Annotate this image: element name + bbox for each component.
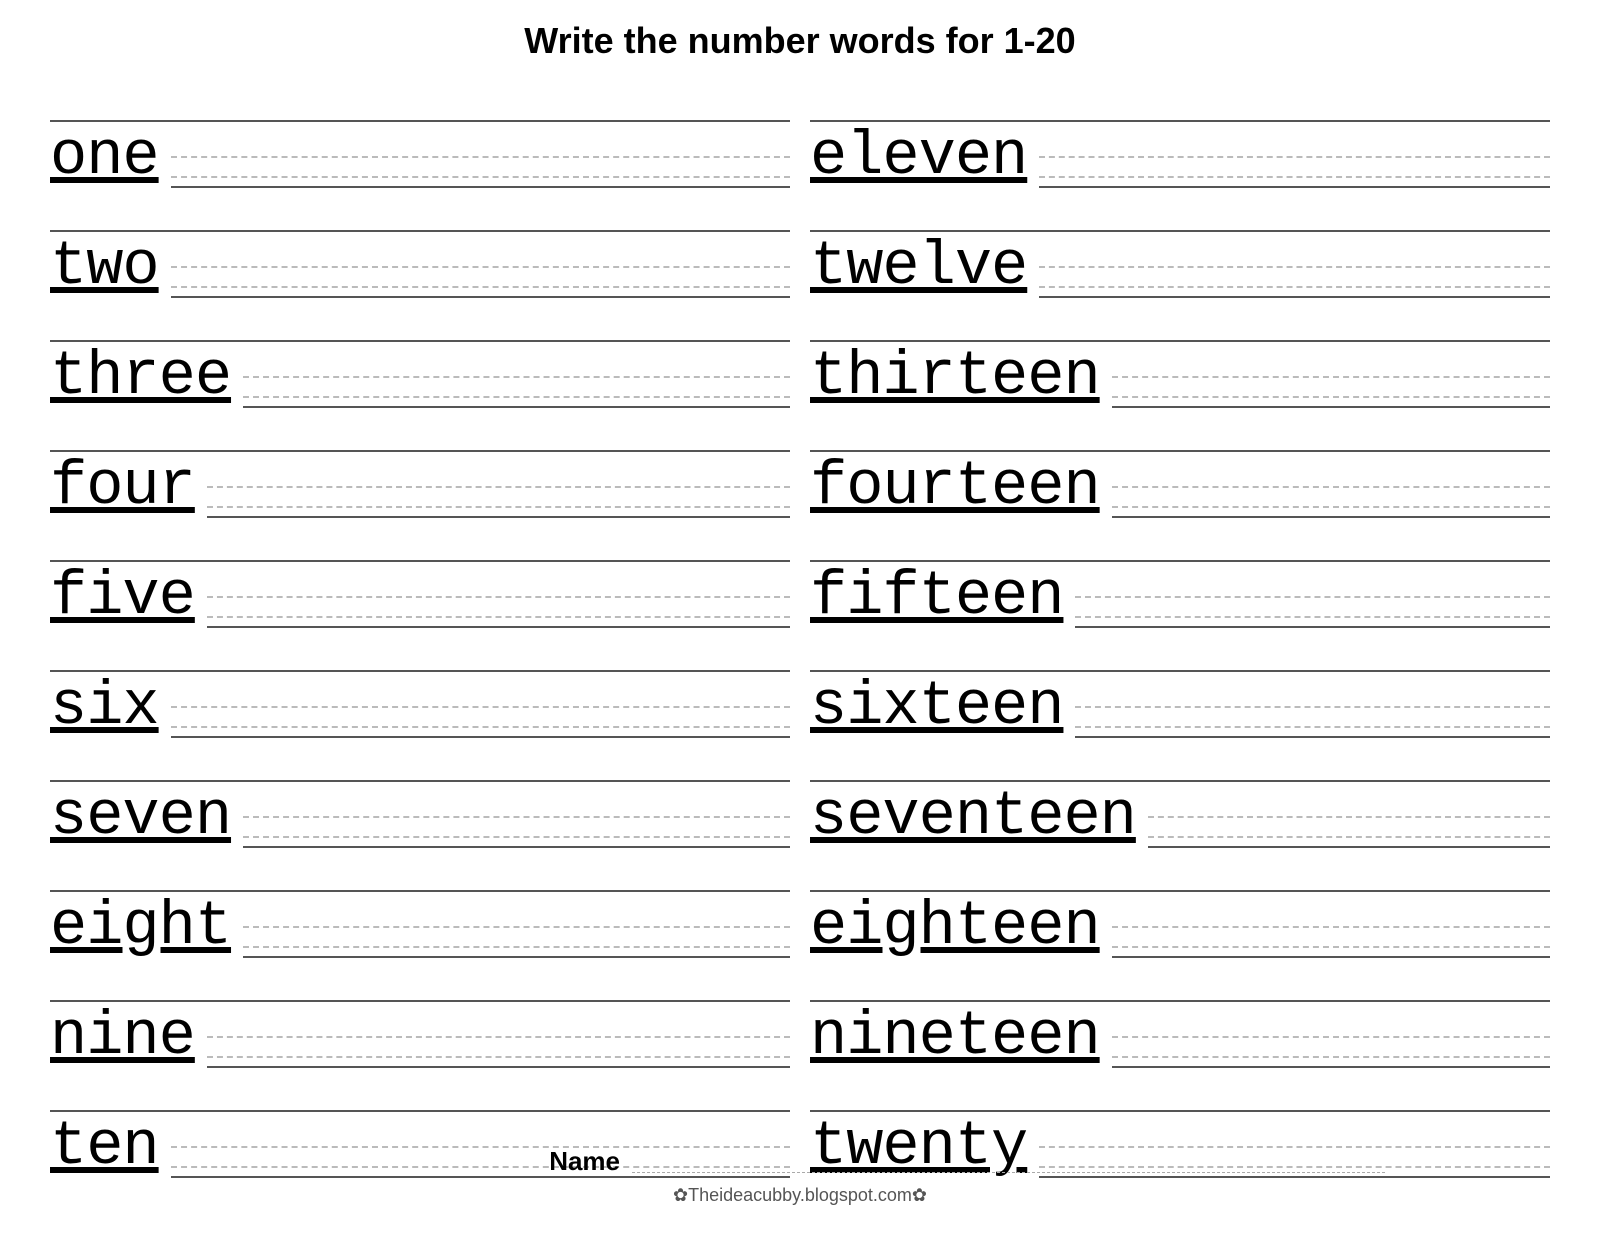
writing-section[interactable] (1112, 376, 1550, 408)
writing-section[interactable] (1112, 486, 1550, 518)
name-label: Name (549, 1146, 620, 1177)
writing-section[interactable] (207, 1036, 790, 1068)
list-item: six (50, 630, 790, 738)
writing-section[interactable] (171, 156, 790, 188)
content-area: onetwothreefourfivesixseveneightnineten … (40, 80, 1560, 1180)
number-word-nineteen: nineteen (810, 1006, 1100, 1068)
left-column: onetwothreefourfivesixseveneightnineten (40, 80, 800, 1180)
writing-section[interactable] (171, 266, 790, 298)
name-line[interactable] (632, 1172, 1385, 1173)
list-item: eighteen (810, 850, 1550, 958)
writing-section[interactable] (1148, 816, 1550, 848)
list-item: fourteen (810, 410, 1550, 518)
number-word-eighteen: eighteen (810, 896, 1100, 958)
writing-section[interactable] (243, 376, 790, 408)
number-word-thirteen: thirteen (810, 346, 1100, 408)
number-word-one: one (50, 126, 159, 188)
writing-section[interactable] (171, 706, 790, 738)
writing-section[interactable] (243, 926, 790, 958)
list-item: three (50, 300, 790, 408)
list-item: eleven (810, 80, 1550, 188)
attribution: ✿Theideacubby.blogspot.com✿ (673, 1185, 927, 1206)
writing-section[interactable] (1075, 596, 1550, 628)
name-row: Name (549, 1146, 1385, 1177)
number-word-fifteen: fifteen (810, 566, 1063, 628)
list-item: twelve (810, 190, 1550, 298)
page: Write the number words for 1-20 one two th… (0, 0, 1600, 1236)
number-word-eight: eight (50, 896, 231, 958)
footer: Name ✿Theideacubby.blogspot.com✿ (0, 1146, 1600, 1206)
right-column: eleven twelve thirteen fourteen fifteen sixte… (800, 80, 1560, 1180)
list-item: seventeen (810, 740, 1550, 848)
list-item: nineteen (810, 960, 1550, 1068)
number-word-twelve: twelve (810, 236, 1027, 298)
list-item: four (50, 410, 790, 518)
list-item: seven (50, 740, 790, 848)
writing-section[interactable] (1039, 156, 1550, 188)
number-word-six: six (50, 676, 159, 738)
writing-section[interactable] (207, 596, 790, 628)
list-item: five (50, 520, 790, 628)
number-word-three: three (50, 346, 231, 408)
writing-section[interactable] (1075, 706, 1550, 738)
list-item: sixteen (810, 630, 1550, 738)
writing-section[interactable] (1039, 266, 1550, 298)
list-item: eight (50, 850, 790, 958)
list-item: two (50, 190, 790, 298)
number-word-eleven: eleven (810, 126, 1027, 188)
writing-section[interactable] (1112, 1036, 1550, 1068)
writing-section[interactable] (207, 486, 790, 518)
list-item: nine (50, 960, 790, 1068)
writing-section[interactable] (243, 816, 790, 848)
writing-section[interactable] (1112, 926, 1550, 958)
number-word-sixteen: sixteen (810, 676, 1063, 738)
number-word-five: five (50, 566, 195, 628)
page-title: Write the number words for 1-20 (40, 20, 1560, 62)
number-word-seven: seven (50, 786, 231, 848)
list-item: one (50, 80, 790, 188)
number-word-four: four (50, 456, 195, 518)
number-word-two: two (50, 236, 159, 298)
list-item: thirteen (810, 300, 1550, 408)
number-word-seventeen: seventeen (810, 786, 1136, 848)
number-word-fourteen: fourteen (810, 456, 1100, 518)
number-word-nine: nine (50, 1006, 195, 1068)
list-item: fifteen (810, 520, 1550, 628)
